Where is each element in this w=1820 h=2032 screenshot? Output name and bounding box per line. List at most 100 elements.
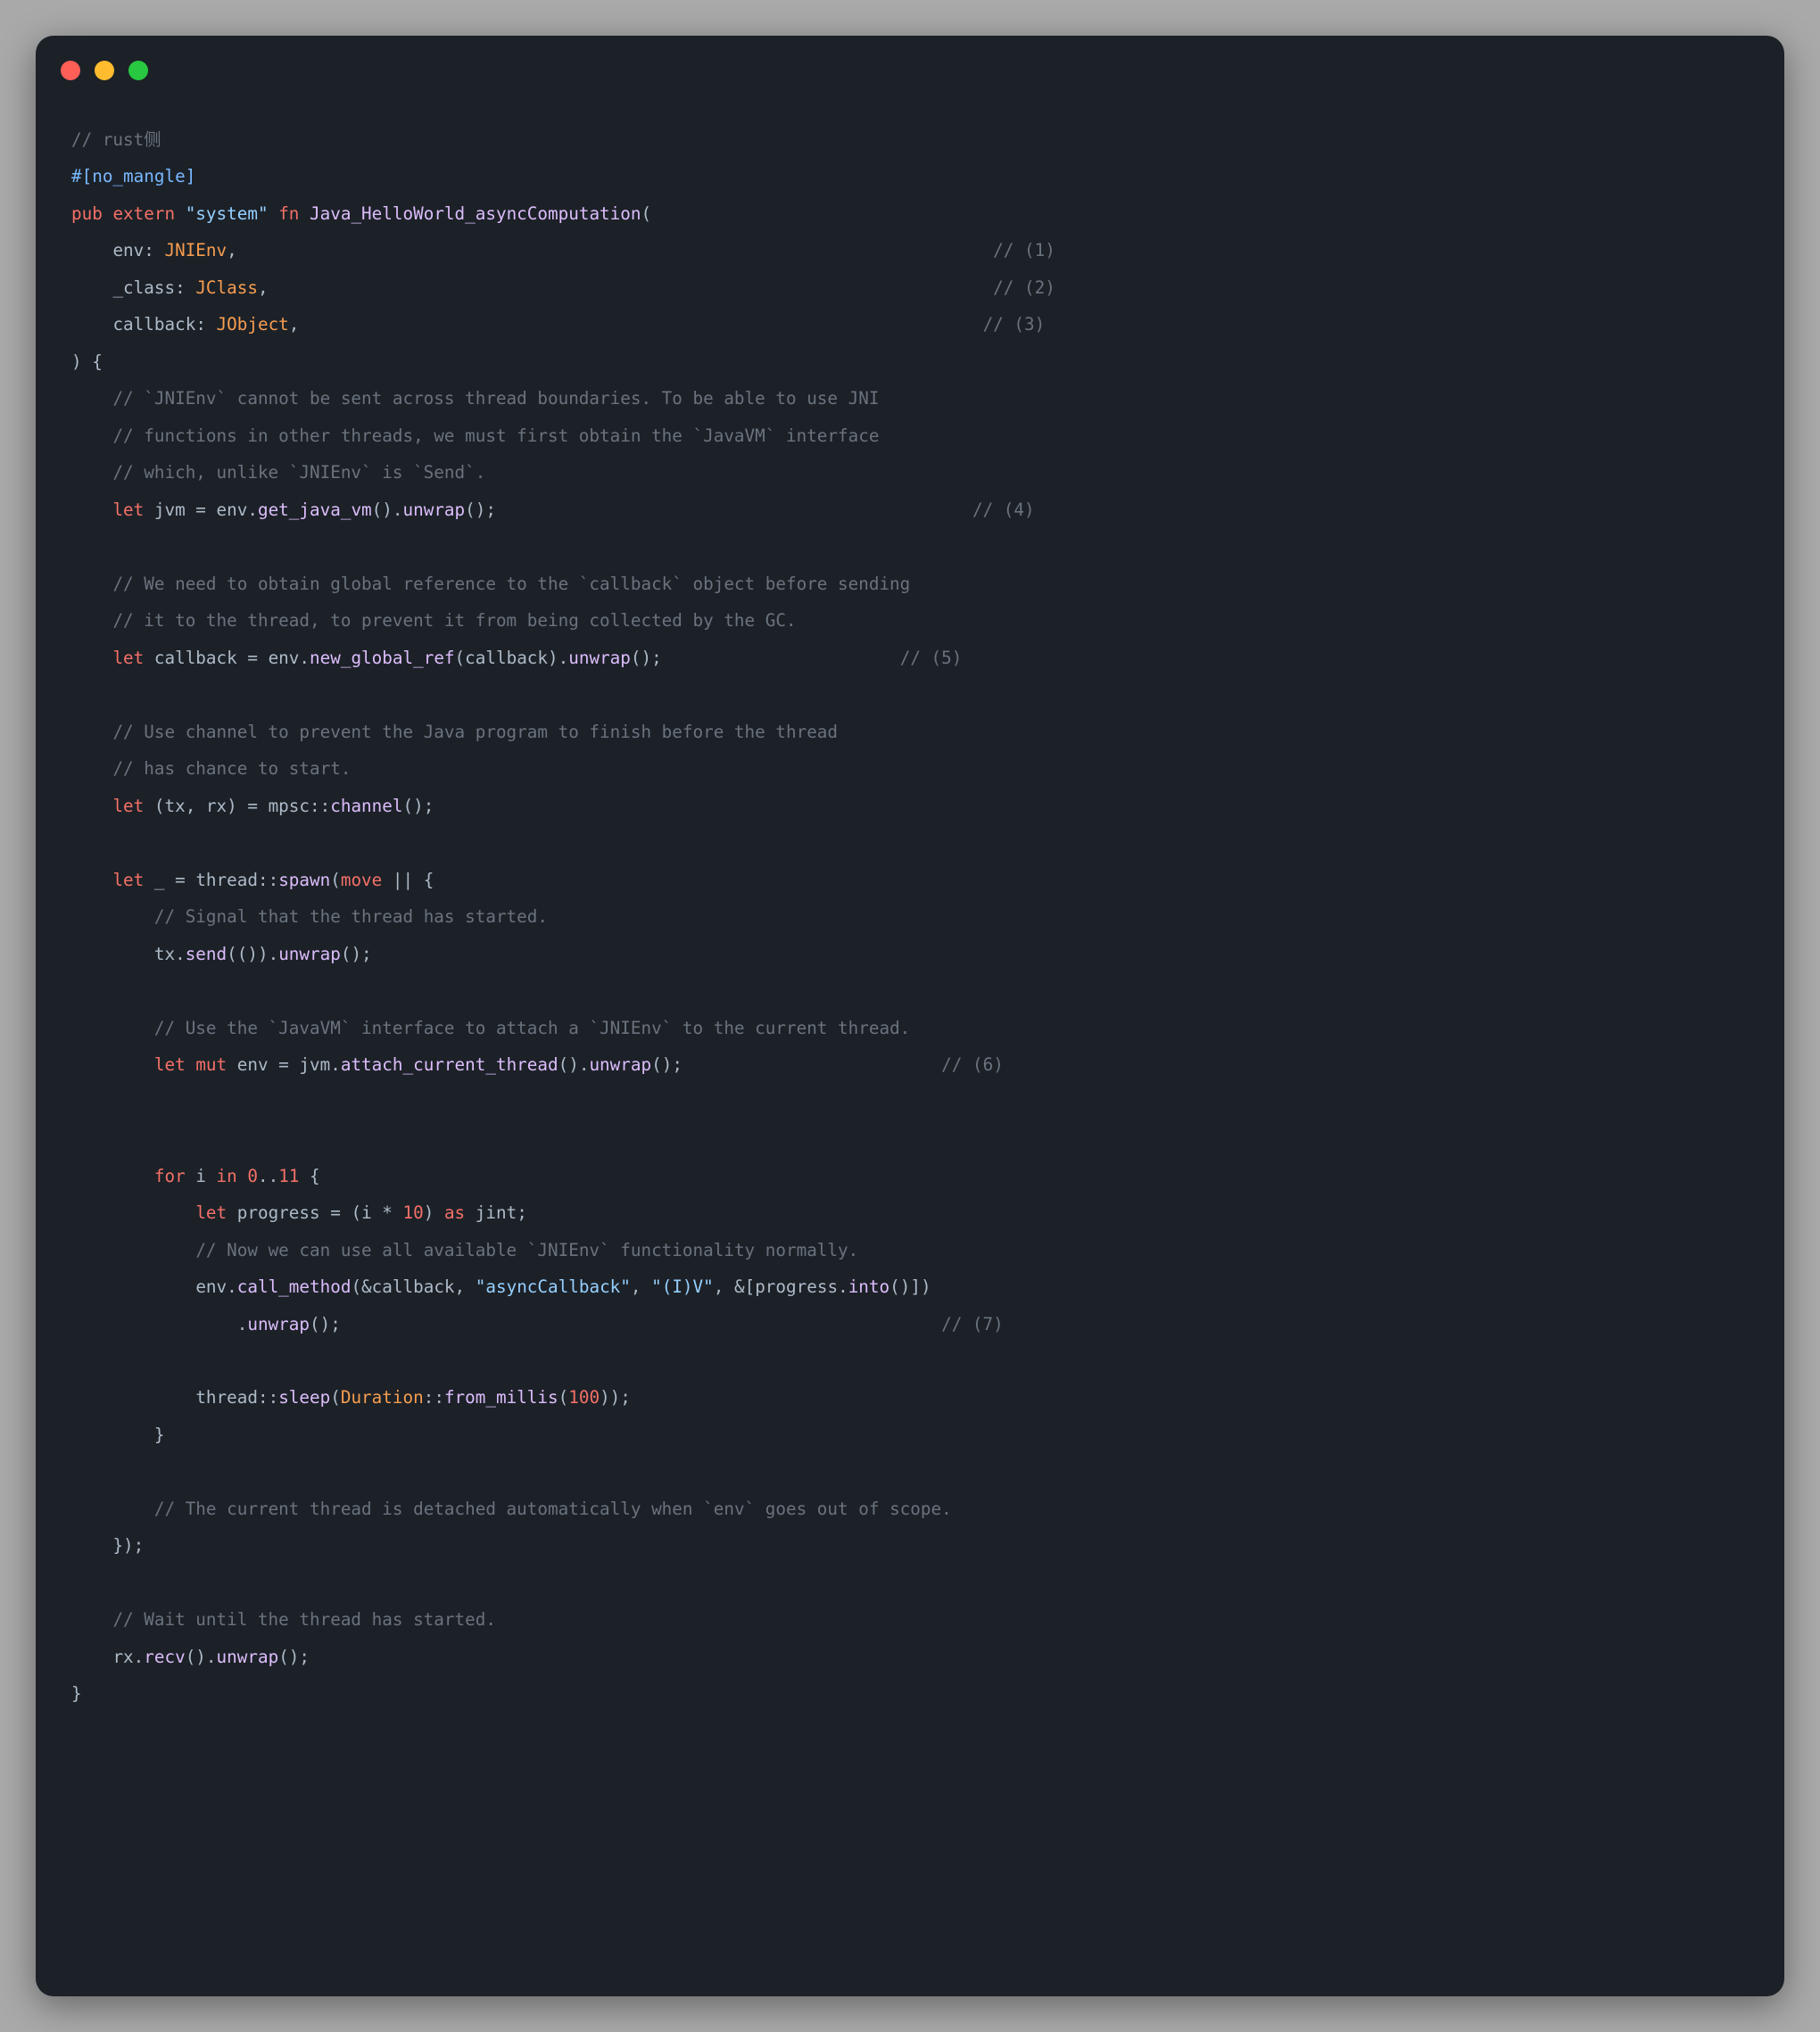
code-call: unwrap [278, 944, 341, 964]
code-comment: // Signal that the thread has started. [154, 906, 548, 927]
code-punct: ) [424, 1202, 444, 1223]
code-punct: . [175, 944, 186, 964]
code-call: into [848, 1276, 889, 1297]
code-comment: // (5) [900, 648, 963, 668]
code-num: 0 [247, 1166, 258, 1186]
code-punct: . [134, 1647, 145, 1667]
code-comment: // rust侧 [71, 129, 161, 150]
code-call: get_java_vm [258, 500, 372, 520]
code-punct: = [237, 796, 269, 816]
code-comment: // it to the thread, to prevent it from … [112, 610, 796, 631]
code-punct: . [330, 1054, 341, 1075]
code-punct: :: [310, 796, 330, 816]
code-kw: for [154, 1166, 186, 1186]
close-icon[interactable] [61, 61, 80, 80]
pad [662, 648, 900, 668]
code-punct: : [144, 240, 164, 260]
code-punct: (); [403, 796, 434, 816]
code-punct: = [237, 648, 269, 668]
pad [237, 240, 993, 260]
code-punct: . [227, 1276, 237, 1297]
code-call: from_millis [444, 1387, 558, 1408]
code-comment: // (2) [993, 277, 1055, 298]
code-punct: }); [112, 1535, 144, 1556]
code-kw: let [112, 870, 144, 890]
code-var: i [361, 1202, 372, 1223]
code-call: spawn [278, 870, 330, 890]
code-punct: . [247, 500, 258, 520]
code-num: 100 [568, 1387, 600, 1408]
code-comment: // Now we can use all available `JNIEnv`… [195, 1240, 858, 1260]
code-comment: // We need to obtain global reference to… [112, 574, 910, 594]
code-string: "asyncCallback" [476, 1276, 631, 1297]
code-punct: (); [341, 944, 372, 964]
code-kw: let [154, 1054, 186, 1075]
code-punct: , &[ [714, 1276, 755, 1297]
code-punct: || { [382, 870, 434, 890]
code-var: callback [372, 1276, 455, 1297]
code-call: recv [144, 1647, 185, 1667]
pad [269, 277, 994, 298]
code-punct: .. [258, 1166, 278, 1186]
code-punct: = ( [320, 1202, 361, 1223]
code-comment: // Wait until the thread has started. [112, 1609, 496, 1630]
code-punct: ) { [71, 351, 103, 372]
code-string: "system" [186, 203, 269, 224]
code-punct: ). [548, 648, 568, 668]
code-punct: : [175, 277, 195, 298]
code-punct: ( [330, 1387, 341, 1408]
code-var: _ [154, 870, 165, 890]
code-kw: fn [278, 203, 299, 224]
code-string: "(I)V" [651, 1276, 714, 1297]
code-call: new_global_ref [310, 648, 455, 668]
code-comment: // (1) [993, 240, 1055, 260]
code-punct: . [237, 1314, 248, 1334]
code-punct: ( [455, 648, 466, 668]
code-punct: * [372, 1202, 403, 1223]
code-punct: )); [600, 1387, 631, 1408]
code-punct: { [299, 1166, 319, 1186]
code-punct: ()]) [889, 1276, 931, 1297]
traffic-lights [61, 61, 148, 80]
code-punct: : [195, 314, 216, 335]
code-var: jint; [465, 1202, 527, 1223]
code-comment: // `JNIEnv` cannot be sent across thread… [112, 388, 879, 409]
code-punct: :: [424, 1387, 444, 1408]
pad [496, 500, 972, 520]
minimize-icon[interactable] [95, 61, 114, 80]
code-kw: let [112, 796, 144, 816]
code-var: (tx, rx) [154, 796, 237, 816]
code-fn: Java_HelloWorld_asyncComputation [310, 203, 641, 224]
code-num: 11 [278, 1166, 299, 1186]
code-punct: (()). [227, 944, 278, 964]
code-var: mpsc [269, 796, 310, 816]
code-var: tx [154, 944, 175, 964]
code-var: progress [755, 1276, 838, 1297]
code-punct: , [455, 1276, 476, 1297]
code-punct: } [71, 1683, 82, 1704]
code-comment: // (3) [983, 314, 1046, 335]
code-call: unwrap [217, 1647, 279, 1667]
code-punct: (); [465, 500, 496, 520]
code-comment: // has chance to start. [112, 758, 351, 779]
code-call: channel [330, 796, 402, 816]
code-var: callback [465, 648, 548, 668]
code-call: unwrap [589, 1054, 651, 1075]
code-punct: (). [186, 1647, 217, 1667]
code-num: 10 [403, 1202, 424, 1223]
code-punct: , [631, 1276, 651, 1297]
code-comment: // Use channel to prevent the Java progr… [112, 722, 838, 742]
code-kw: let [195, 1202, 227, 1223]
zoom-icon[interactable] [128, 61, 148, 80]
code-var: thread [195, 1387, 258, 1408]
code-punct: (); [651, 1054, 682, 1075]
code-punct: (). [558, 1054, 590, 1075]
code-call: unwrap [247, 1314, 310, 1334]
code-punct: , [289, 314, 300, 335]
code-punct: = [186, 500, 217, 520]
code-block: // rust侧 #[no_mangle] pub extern "system… [71, 121, 1749, 1961]
code-comment: // Use the `JavaVM` interface to attach … [154, 1018, 910, 1038]
code-punct: (); [310, 1314, 341, 1334]
code-call: send [186, 944, 227, 964]
code-var: progress [237, 1202, 320, 1223]
